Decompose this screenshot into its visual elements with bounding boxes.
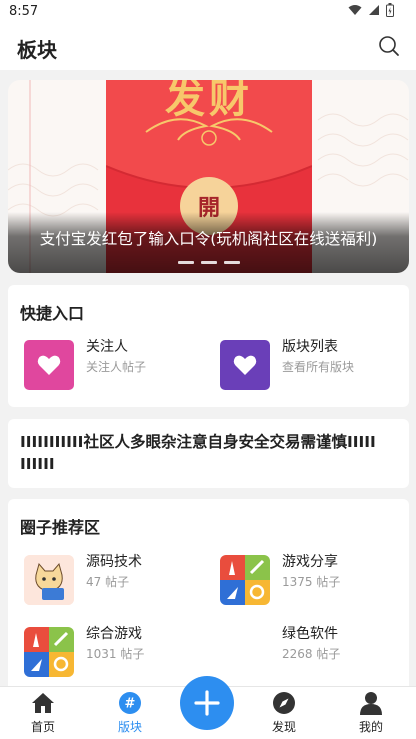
search-icon[interactable]	[376, 33, 402, 59]
tab-label: 我的	[358, 720, 383, 734]
hash-icon: #	[119, 692, 141, 714]
circle-item[interactable]: 源码技术 47 帖子	[8, 547, 208, 611]
tab-boards[interactable]: # 版块	[95, 687, 165, 739]
circle-count: 47 帖子	[86, 575, 130, 589]
tab-home[interactable]: 首页	[8, 687, 78, 739]
signal-icon	[369, 5, 379, 15]
compass-icon	[273, 692, 295, 714]
home-icon	[32, 693, 54, 713]
circle-name: 游戏分享	[282, 554, 338, 570]
status-bar: 8:57	[0, 0, 416, 24]
carousel-dot[interactable]	[223, 261, 240, 264]
circle-item[interactable]: 游戏分享 1375 帖子	[208, 547, 408, 611]
wifi-icon	[348, 5, 362, 15]
entry-title: 版块列表	[282, 339, 338, 355]
entry-title: 关注人	[86, 339, 128, 355]
notice-text: IIIIIIIIIII社区人多眼杂注意自身安全交易需谨慎IIIIIIIIIII	[20, 433, 376, 473]
circle-count: 2268 帖子	[282, 647, 341, 661]
heart-icon	[24, 340, 74, 390]
board-list-entry[interactable]: 版块列表 查看所有版块	[208, 330, 408, 400]
status-icons	[348, 3, 394, 17]
circle-item[interactable]: 综合游戏 1031 帖子	[8, 619, 208, 683]
heart-icon	[220, 340, 270, 390]
circle-item[interactable]: 绿色软件 2268 帖子	[208, 619, 408, 683]
circle-count: 1031 帖子	[86, 647, 145, 661]
plus-icon	[194, 690, 220, 716]
battery-icon	[386, 3, 394, 17]
carousel-dot[interactable]	[177, 261, 194, 264]
tab-label: 发现	[271, 720, 296, 734]
svg-text:#: #	[125, 697, 136, 712]
banner-caption: 支付宝发红包了输入口令(玩机阁社区在线送福利)	[39, 230, 378, 248]
carousel-indicator	[8, 261, 409, 264]
entry-subtitle: 查看所有版块	[282, 360, 355, 374]
tab-label: 版块	[117, 720, 142, 734]
tab-label: 首页	[30, 720, 55, 734]
status-time: 8:57	[9, 4, 39, 19]
banner-card-text: 发财	[165, 80, 253, 122]
circle-name: 绿色软件	[282, 626, 338, 642]
entry-subtitle: 关注人帖子	[86, 360, 147, 374]
tab-profile[interactable]: 我的	[336, 687, 406, 739]
tab-discover[interactable]: 发现	[249, 687, 319, 739]
add-post-button[interactable]	[180, 676, 234, 730]
circle-name: 源码技术	[86, 554, 142, 570]
follow-entry[interactable]: 关注人 关注人帖子	[8, 330, 208, 400]
circle-recommend-card: 圈子推荐区 源码技术 47 帖子 游戏分享 1375 帖子 综合游戏 1031 …	[8, 499, 409, 699]
circle-count: 1375 帖子	[282, 575, 341, 589]
cat-laptop-icon	[24, 555, 74, 605]
person-icon	[360, 692, 382, 715]
page-title: 板块	[17, 38, 57, 62]
quick-entry-card: 快捷入口 关注人 关注人帖子 版块列表 查看所有版块	[8, 285, 409, 407]
notice-card[interactable]: IIIIIIIIIII社区人多眼杂注意自身安全交易需谨慎IIIIIIIIIII	[8, 419, 409, 488]
circle-section-title: 圈子推荐区	[20, 518, 101, 537]
carousel-dot[interactable]	[200, 261, 217, 264]
app-header: 板块	[0, 24, 416, 70]
game-tiles-icon	[220, 555, 270, 605]
circle-name: 综合游戏	[86, 626, 142, 642]
banner-carousel[interactable]: 发财 開 支付宝发红包了输入口令(玩机阁社区在线送福利)	[8, 80, 409, 273]
game-tiles-icon	[24, 627, 74, 677]
quick-entry-title: 快捷入口	[20, 304, 85, 323]
